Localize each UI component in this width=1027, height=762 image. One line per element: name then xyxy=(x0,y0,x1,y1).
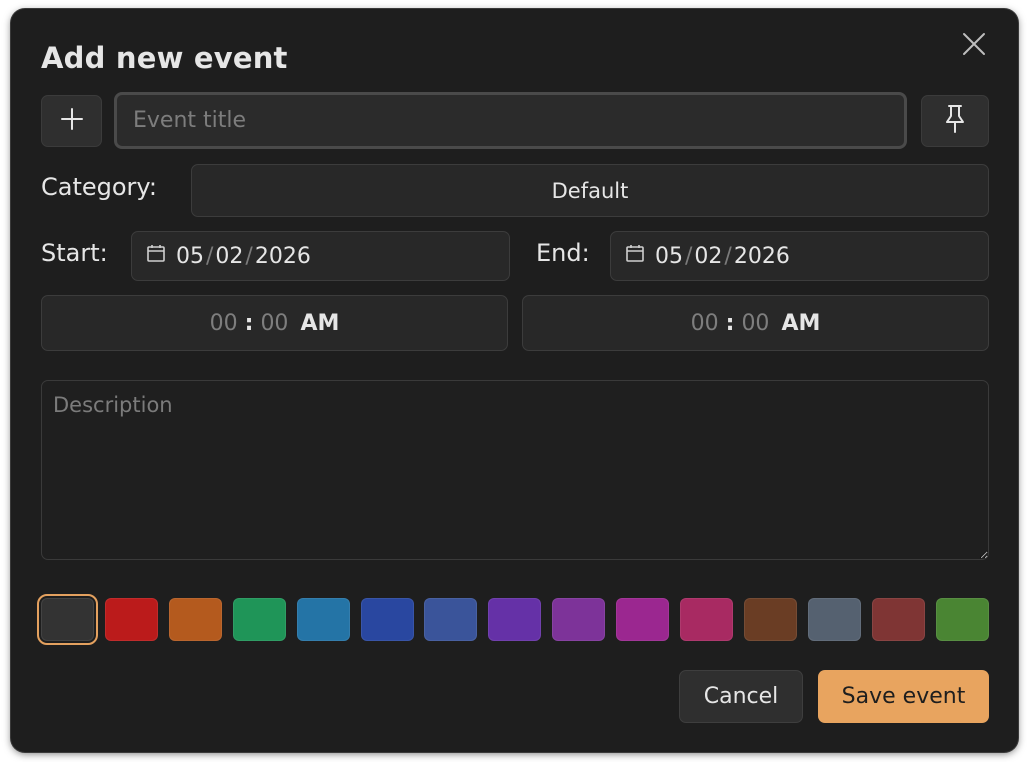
end-time-minutes: 00 xyxy=(741,310,770,336)
start-date-input[interactable]: 05 / 02 / 2026 xyxy=(131,231,510,281)
color-swatch[interactable] xyxy=(616,598,669,641)
color-swatch[interactable] xyxy=(233,598,286,641)
color-swatch[interactable] xyxy=(808,598,861,641)
event-title-input[interactable] xyxy=(114,92,907,149)
color-swatch[interactable] xyxy=(361,598,414,641)
category-label: Category: xyxy=(41,173,157,201)
date-separator: / xyxy=(206,243,214,269)
pin-button[interactable] xyxy=(921,95,989,147)
start-date-month: 05 xyxy=(176,243,204,269)
color-swatch[interactable] xyxy=(105,598,158,641)
calendar-icon xyxy=(146,243,166,269)
end-date-day: 02 xyxy=(694,243,723,269)
date-separator: / xyxy=(724,243,732,269)
start-time-minutes: 00 xyxy=(260,310,289,336)
color-swatch[interactable] xyxy=(488,598,541,641)
color-swatch[interactable] xyxy=(297,598,350,641)
end-date-month: 05 xyxy=(655,243,683,269)
close-icon[interactable] xyxy=(961,31,987,57)
start-label: Start: xyxy=(41,239,108,267)
color-swatch[interactable] xyxy=(424,598,477,641)
dialog-title: Add new event xyxy=(41,41,288,75)
start-time-input[interactable]: 00 : 00 AM xyxy=(41,295,508,351)
start-time-period: AM xyxy=(300,310,340,336)
start-date-day: 02 xyxy=(215,243,244,269)
date-separator: / xyxy=(685,243,693,269)
start-time-hours: 00 xyxy=(209,310,238,336)
pin-icon xyxy=(942,104,968,138)
color-swatch[interactable] xyxy=(680,598,733,641)
end-time-hours: 00 xyxy=(690,310,719,336)
category-select[interactable]: Default xyxy=(191,164,989,217)
color-swatch[interactable] xyxy=(936,598,989,641)
cancel-button[interactable]: Cancel xyxy=(679,670,803,723)
color-swatch[interactable] xyxy=(37,594,98,645)
end-label: End: xyxy=(536,239,590,267)
plus-icon xyxy=(60,107,84,135)
time-separator: : xyxy=(244,310,254,336)
color-swatch[interactable] xyxy=(872,598,925,641)
save-event-button[interactable]: Save event xyxy=(818,670,989,723)
time-separator: : xyxy=(725,310,735,336)
end-date-year: 2026 xyxy=(733,243,790,269)
end-time-input[interactable]: 00 : 00 AM xyxy=(522,295,989,351)
add-button[interactable] xyxy=(41,95,102,147)
color-swatch[interactable] xyxy=(744,598,797,641)
color-swatch[interactable] xyxy=(169,598,222,641)
end-date-input[interactable]: 05 / 02 / 2026 xyxy=(610,231,989,281)
description-textarea[interactable] xyxy=(41,380,989,560)
end-time-period: AM xyxy=(781,310,821,336)
date-separator: / xyxy=(245,243,253,269)
add-event-dialog: Add new event Category: Default Start: xyxy=(11,9,1018,752)
calendar-icon xyxy=(625,243,645,269)
color-swatch[interactable] xyxy=(552,598,605,641)
start-date-year: 2026 xyxy=(254,243,311,269)
